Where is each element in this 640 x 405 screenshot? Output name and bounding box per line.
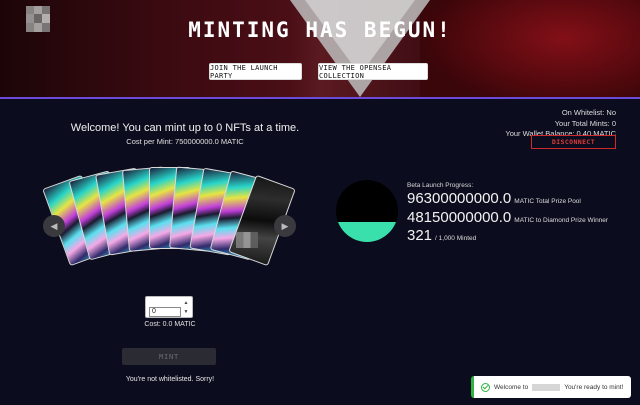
diamond-prize-label: MATIC to Diamond Prize Winner bbox=[514, 217, 609, 224]
prize-pool-label: MATIC Total Prize Pool bbox=[514, 198, 581, 205]
progress-label: Beta Launch Progress: bbox=[407, 182, 474, 189]
prize-pool-row: 96300000000.0 MATIC Total Prize Pool bbox=[407, 190, 581, 207]
minted-count-value: 321 bbox=[407, 227, 433, 244]
page-title: MINTING HAS BEGUN! bbox=[188, 18, 452, 42]
chevron-up-icon[interactable]: ▲ bbox=[182, 299, 190, 308]
chevron-down-icon[interactable]: ▼ bbox=[182, 308, 190, 317]
quantity-stepper[interactable]: 0 ▲ ▼ bbox=[145, 296, 193, 318]
diamond-prize-row: 48150000000.0 MATIC to Diamond Prize Win… bbox=[407, 209, 608, 226]
minted-total-label: / 1,000 Minted bbox=[435, 235, 477, 242]
quantity-cost: Cost: 0.0 MATIC bbox=[144, 321, 196, 328]
hero-background-image bbox=[420, 0, 640, 97]
total-mints: Your Total Mints: 0 bbox=[554, 118, 616, 128]
minted-count-row: 321 / 1,000 Minted bbox=[407, 227, 476, 244]
welcome-toast[interactable]: Welcome to You're ready to mint! bbox=[471, 376, 631, 398]
progress-circle bbox=[336, 180, 398, 242]
toast-prefix: Welcome to bbox=[494, 383, 529, 391]
nft-card-fan bbox=[42, 165, 296, 275]
hero-banner: MINTING HAS BEGUN! JOIN THE LAUNCH PARTY… bbox=[0, 0, 640, 97]
mint-button[interactable]: MINT bbox=[122, 348, 216, 365]
check-circle-icon bbox=[481, 382, 490, 392]
welcome-message: Welcome! You can mint up to 0 NFTs at a … bbox=[70, 122, 300, 134]
whitelist-status: On Whitelist: No bbox=[561, 108, 616, 117]
diamond-prize-value: 48150000000.0 bbox=[407, 209, 512, 226]
quantity-input[interactable]: 0 bbox=[149, 307, 181, 317]
progress-circle-fill bbox=[336, 222, 398, 242]
mint-status-message: You're not whitelisted. Sorry! bbox=[125, 376, 215, 383]
carousel-next-button[interactable]: ▶ bbox=[274, 215, 296, 237]
nft-card-logo-icon bbox=[236, 232, 258, 248]
cost-per-mint: Cost per Mint: 750000000.0 MATIC bbox=[126, 137, 244, 146]
quantity-spin-buttons[interactable]: ▲ ▼ bbox=[182, 299, 190, 317]
chevron-left-icon: ◀ bbox=[50, 220, 58, 231]
hero-divider bbox=[0, 97, 640, 99]
chevron-right-icon: ▶ bbox=[281, 220, 289, 231]
join-launch-party-button[interactable]: JOIN THE LAUNCH PARTY bbox=[209, 63, 302, 80]
toast-suffix: You're ready to mint! bbox=[564, 383, 624, 391]
prize-pool-value: 96300000000.0 bbox=[407, 190, 512, 207]
carousel-prev-button[interactable]: ◀ bbox=[43, 215, 65, 237]
disconnect-button[interactable]: DISCONNECT bbox=[531, 135, 616, 149]
view-opensea-button[interactable]: VIEW THE OPENSEA COLLECTION bbox=[318, 63, 428, 80]
toast-redacted-name bbox=[532, 383, 561, 391]
